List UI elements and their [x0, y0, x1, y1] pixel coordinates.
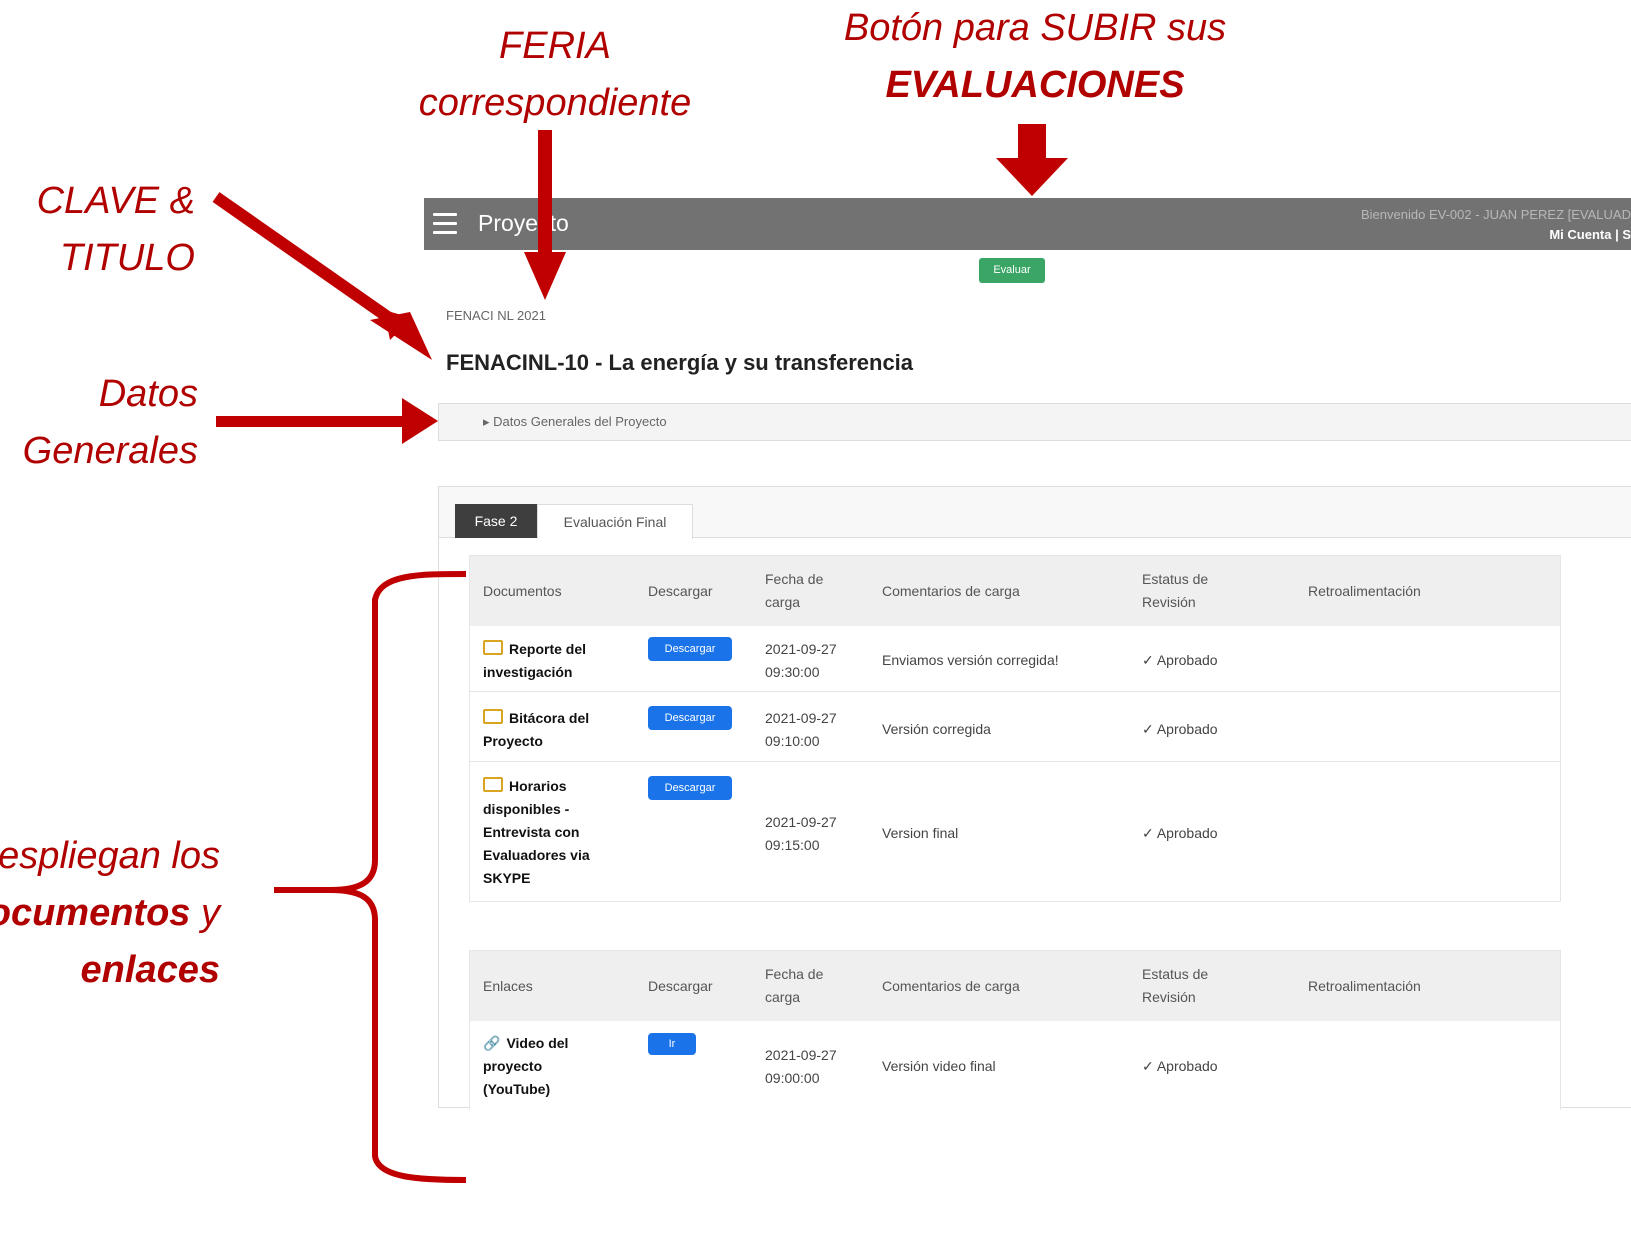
annotation-desp-documents: ocumentos [0, 892, 191, 934]
phase-tabs-panel: Fase 2 Evaluación Final Documentos Desca… [438, 486, 1631, 1110]
links-table: Enlaces Descargar Fecha de carga Comentar… [469, 950, 1561, 1110]
folder-icon [483, 777, 503, 792]
top-navbar: Proyecto Bienvenido EV-002 - JUAN PEREZ … [424, 198, 1631, 250]
header-download: Descargar [648, 978, 713, 994]
header-documents: Documentos [483, 583, 562, 599]
folder-icon [483, 640, 503, 655]
annotation-desp-links: enlaces [80, 949, 220, 991]
header-links: Enlaces [483, 978, 533, 994]
header-review-status: Estatus de Revisión [1142, 966, 1209, 1005]
row-separator [470, 761, 1560, 762]
upload-date: 2021-09-27 09:10:00 [765, 710, 837, 749]
app-screenshot: Proyecto Bienvenido EV-002 - JUAN PEREZ … [424, 190, 1631, 1110]
key-arrow-tip [370, 312, 432, 360]
link-icon: 🔗 [483, 1035, 501, 1051]
annotation-general-data: Datos Generales [0, 366, 198, 480]
review-status: ✓ Aprobado [1142, 1058, 1218, 1074]
account-links[interactable]: Mi Cuenta | S [1549, 227, 1631, 242]
document-name: Reporte del investigación [483, 640, 587, 680]
annotation-upload-line2: EVALUACIONES [885, 64, 1185, 106]
tab-evaluacion-final[interactable]: Evaluación Final [537, 504, 693, 539]
folder-icon [483, 709, 503, 724]
app-title: Proyecto [478, 210, 569, 236]
link-name: 🔗 Video del proyecto (YouTube) [483, 1032, 568, 1101]
annotation-desp-line1: espliegan los [0, 835, 220, 877]
welcome-text: Bienvenido EV-002 - JUAN PEREZ [EVALUAD [1361, 207, 1631, 222]
review-status: ✓ Aprobado [1142, 721, 1218, 737]
open-link-button[interactable]: Ir [648, 1033, 696, 1055]
annotation-feria: FERIA correspondiente [395, 18, 715, 132]
menu-icon[interactable] [433, 213, 457, 235]
header-review-status: Estatus de Revisión [1142, 571, 1209, 610]
annotation-key-title: CLAVE & TITULO [20, 173, 195, 287]
header-comments: Comentarios de carga [882, 583, 1020, 599]
tab-strip: Fase 2 Evaluación Final [439, 487, 1631, 539]
upload-arrow-shaft [1018, 124, 1046, 160]
links-table-header: Enlaces Descargar Fecha de carga Comentar… [470, 951, 1560, 1021]
header-download: Descargar [648, 583, 713, 599]
header-feedback: Retroalimentación [1308, 583, 1421, 599]
upload-date: 2021-09-27 09:00:00 [765, 1047, 837, 1086]
general-data-toggle[interactable]: ▸ Datos Generales del Proyecto [438, 403, 1631, 441]
annotation-upload-line1: Botón para SUBIR sus [843, 7, 1227, 49]
annotation-upload-button: Botón para SUBIR sus EVALUACIONES [790, 0, 1280, 114]
document-name: Bitácora del Proyecto [483, 709, 590, 749]
header-feedback: Retroalimentación [1308, 978, 1421, 994]
download-button[interactable]: Descargar [648, 706, 732, 730]
review-status: ✓ Aprobado [1142, 652, 1218, 668]
key-arrow-shaft [212, 192, 396, 325]
key-arrow-head [384, 310, 412, 340]
header-upload-date: Fecha de carga [765, 966, 824, 1005]
documents-table-header: Documentos Descargar Fecha de carga Comen… [470, 556, 1560, 626]
annotation-desp-and: y [201, 892, 220, 934]
general-arrow-shaft [216, 416, 406, 427]
annotation-documents-links: espliegan los ocumentos y enlaces [0, 828, 220, 999]
annotation-feria-line1: FERIA [499, 25, 611, 67]
header-comments: Comentarios de carga [882, 978, 1020, 994]
upload-comment: Versión corregida [882, 721, 991, 737]
upload-comment: Enviamos versión corregida! [882, 652, 1059, 668]
annotation-feria-line2: correspondiente [418, 82, 692, 124]
upload-date: 2021-09-27 09:15:00 [765, 814, 837, 853]
upload-comment: Versión video final [882, 1058, 996, 1074]
download-button[interactable]: Descargar [648, 776, 732, 800]
download-button[interactable]: Descargar [648, 637, 732, 661]
project-title: FENACINL-10 - La energía y su transferen… [446, 350, 914, 375]
upload-date: 2021-09-27 09:30:00 [765, 641, 837, 680]
general-data-label: ▸ Datos Generales del Proyecto [483, 414, 667, 429]
document-name: Horarios disponibles - Entrevista con Evalu… [483, 777, 590, 886]
annotation-general-line2: Generales [22, 430, 198, 472]
annotation-general-line1: Datos [98, 373, 198, 415]
header-upload-date: Fecha de carga [765, 571, 824, 610]
annotation-key-line1: CLAVE & [36, 180, 195, 222]
fair-name: FENACI NL 2021 [446, 308, 546, 323]
evaluate-button[interactable]: Evaluar [979, 258, 1045, 283]
review-status: ✓ Aprobado [1142, 825, 1218, 841]
documents-table: Documentos Descargar Fecha de carga Comen… [469, 555, 1561, 902]
tab-fase-2[interactable]: Fase 2 [455, 504, 537, 538]
upload-comment: Version final [882, 825, 959, 841]
annotation-key-line2: TITULO [59, 237, 195, 279]
row-separator [470, 691, 1560, 692]
